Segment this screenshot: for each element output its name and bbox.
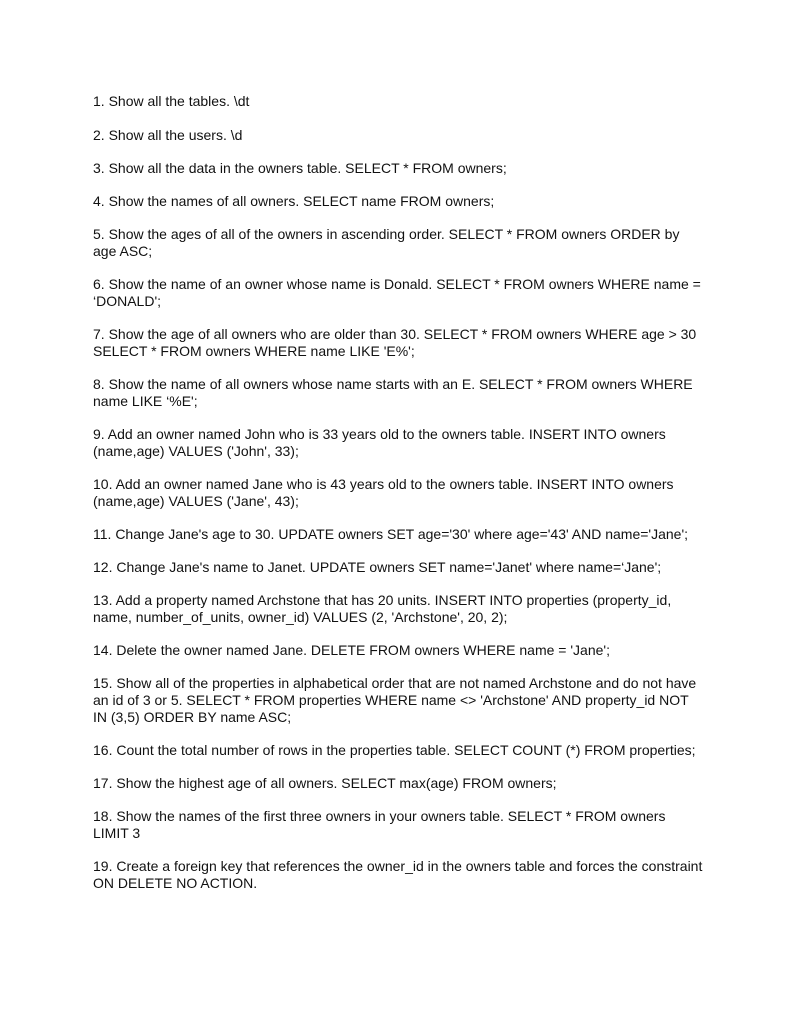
document-page: 1. Show all the tables. \dt 2. Show all …	[0, 0, 790, 1024]
list-item: 16. Count the total number of rows in th…	[93, 742, 696, 758]
list-item: 9. Add an owner named John who is 33 yea…	[93, 426, 666, 459]
list-item: 13. Add a property named Archstone that …	[93, 592, 672, 625]
list-item: 18. Show the names of the first three ow…	[93, 808, 666, 841]
list-item: 15. Show all of the properties in alphab…	[93, 675, 697, 725]
list-item: 3. Show all the data in the owners table…	[93, 160, 507, 176]
list-item: 6. Show the name of an owner whose name …	[93, 276, 701, 309]
list-item: 8. Show the name of all owners whose nam…	[93, 376, 693, 409]
list-item: 14. Delete the owner named Jane. DELETE …	[93, 642, 610, 658]
list-item: 2. Show all the users. \d	[93, 127, 243, 143]
list-item: 19. Create a foreign key that references…	[93, 858, 703, 891]
list-item: 1. Show all the tables. \dt	[93, 93, 250, 109]
list-item: 10. Add an owner named Jane who is 43 ye…	[93, 476, 674, 509]
list-item: 17. Show the highest age of all owners. …	[93, 775, 557, 791]
list-item: 12. Change Jane's name to Janet. UPDATE …	[93, 559, 662, 575]
list-item: 7. Show the age of all owners who are ol…	[93, 326, 697, 359]
question-list: 1. Show all the tables. \dt 2. Show all …	[93, 93, 703, 908]
list-item: 4. Show the names of all owners. SELECT …	[93, 193, 495, 209]
list-item: 5. Show the ages of all of the owners in…	[93, 226, 680, 259]
list-item: 11. Change Jane's age to 30. UPDATE owne…	[93, 526, 689, 542]
